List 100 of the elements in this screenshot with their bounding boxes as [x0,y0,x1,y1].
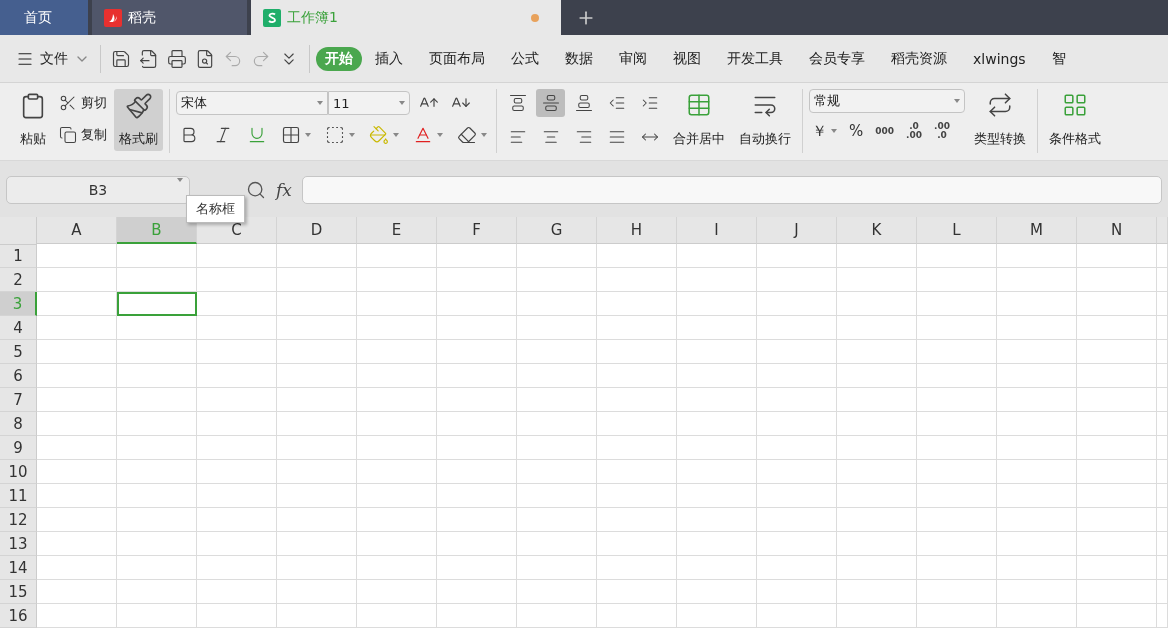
spreadsheet-cell[interactable] [357,340,437,364]
spreadsheet-cell[interactable] [37,556,117,580]
spreadsheet-cell[interactable] [597,340,677,364]
spreadsheet-cell[interactable] [1157,604,1168,628]
spreadsheet-cell[interactable] [837,316,917,340]
spreadsheet-cell[interactable] [117,604,197,628]
row-header[interactable]: 11 [0,484,37,508]
row-header[interactable]: 13 [0,532,37,556]
spreadsheet-cell[interactable] [517,508,597,532]
spreadsheet-cell[interactable] [37,436,117,460]
spreadsheet-cell[interactable] [1157,484,1168,508]
spreadsheet-cell[interactable] [837,292,917,316]
thousands-button[interactable]: 000 [872,117,898,145]
spreadsheet-cell[interactable] [197,340,277,364]
spreadsheet-cell[interactable] [757,532,837,556]
column-header[interactable]: K [837,217,917,244]
row-header[interactable]: 14 [0,556,37,580]
spreadsheet-cell[interactable] [677,508,757,532]
spreadsheet-cell[interactable] [677,244,757,268]
select-all-corner[interactable] [0,217,37,245]
spreadsheet-cell[interactable] [277,340,357,364]
spreadsheet-cell[interactable] [277,268,357,292]
spreadsheet-cell[interactable] [757,388,837,412]
spreadsheet-cell[interactable] [1157,556,1168,580]
spreadsheet-cell[interactable] [357,316,437,340]
spreadsheet-cell[interactable] [517,388,597,412]
spreadsheet-cell[interactable] [677,388,757,412]
spreadsheet-cell[interactable] [277,388,357,412]
spreadsheet-cell[interactable] [597,388,677,412]
spreadsheet-cell[interactable] [677,316,757,340]
spreadsheet-cell[interactable] [917,388,997,412]
spreadsheet-cell[interactable] [837,268,917,292]
spreadsheet-cell[interactable] [197,484,277,508]
selected-cell[interactable] [117,292,197,316]
spreadsheet-cell[interactable] [437,484,517,508]
spreadsheet-cell[interactable] [437,340,517,364]
spreadsheet-cell[interactable] [917,292,997,316]
column-header[interactable]: I [677,217,757,244]
spreadsheet-cell[interactable] [917,268,997,292]
spreadsheet-cell[interactable] [917,580,997,604]
spreadsheet-cell[interactable] [1077,340,1157,364]
spreadsheet-cell[interactable] [757,484,837,508]
spreadsheet-cell[interactable] [677,604,757,628]
spreadsheet-cell[interactable] [117,556,197,580]
function-label[interactable]: fx [276,180,292,200]
spreadsheet-cell[interactable] [277,532,357,556]
spreadsheet-cell[interactable] [37,412,117,436]
spreadsheet-cell[interactable] [1077,268,1157,292]
ribbon-tab[interactable]: 数据 [556,46,602,71]
file-menu-button[interactable]: 文件 [12,49,94,68]
spreadsheet-cell[interactable] [277,604,357,628]
spreadsheet-cell[interactable] [437,580,517,604]
spreadsheet-cell[interactable] [757,508,837,532]
spreadsheet-cell[interactable] [197,532,277,556]
spreadsheet-cell[interactable] [757,340,837,364]
spreadsheet-cell[interactable] [117,268,197,292]
spreadsheet-cell[interactable] [277,508,357,532]
spreadsheet-cell[interactable] [37,364,117,388]
ribbon-tab[interactable]: 公式 [502,46,548,71]
spreadsheet-cell[interactable] [37,316,117,340]
spreadsheet-cell[interactable] [757,292,837,316]
spreadsheet-cell[interactable] [1077,412,1157,436]
spreadsheet-cell[interactable] [997,364,1077,388]
spreadsheet-cell[interactable] [997,460,1077,484]
row-header[interactable]: 1 [0,244,37,268]
spreadsheet-cell[interactable] [917,604,997,628]
ribbon-tab[interactable]: 开发工具 [718,46,792,71]
ribbon-tab[interactable]: 稻壳资源 [882,46,956,71]
spreadsheet-cell[interactable] [437,292,517,316]
ribbon-tab[interactable]: 页面布局 [420,46,494,71]
spreadsheet-cell[interactable] [1077,460,1157,484]
spreadsheet-cell[interactable] [1157,388,1168,412]
spreadsheet-cell[interactable] [517,244,597,268]
decrease-decimal-button[interactable]: .00 .0 [931,117,953,145]
spreadsheet-cell[interactable] [757,364,837,388]
spreadsheet-cell[interactable] [437,604,517,628]
spreadsheet-cell[interactable] [37,292,117,316]
spreadsheet-cell[interactable] [517,604,597,628]
spreadsheet-cell[interactable] [997,316,1077,340]
spreadsheet-cell[interactable] [837,460,917,484]
spreadsheet-cell[interactable] [1077,364,1157,388]
spreadsheet-cell[interactable] [997,508,1077,532]
paste-button[interactable]: 粘贴 [14,89,52,151]
zoom-formula-icon[interactable] [246,180,266,200]
spreadsheet-cell[interactable] [357,484,437,508]
spreadsheet-cell[interactable] [837,340,917,364]
row-header[interactable]: 9 [0,436,37,460]
spreadsheet-cell[interactable] [277,316,357,340]
spreadsheet-cell[interactable] [757,244,837,268]
spreadsheet-cell[interactable] [997,436,1077,460]
spreadsheet-cell[interactable] [997,604,1077,628]
spreadsheet-cell[interactable] [597,436,677,460]
spreadsheet-cell[interactable] [597,532,677,556]
row-header[interactable]: 12 [0,508,37,532]
spreadsheet-cell[interactable] [37,268,117,292]
spreadsheet-cell[interactable] [277,484,357,508]
spreadsheet-cell[interactable] [37,484,117,508]
conditional-format-button[interactable]: 条件格式 [1044,89,1106,151]
ribbon-tab[interactable]: 插入 [366,46,412,71]
spreadsheet-cell[interactable] [437,508,517,532]
